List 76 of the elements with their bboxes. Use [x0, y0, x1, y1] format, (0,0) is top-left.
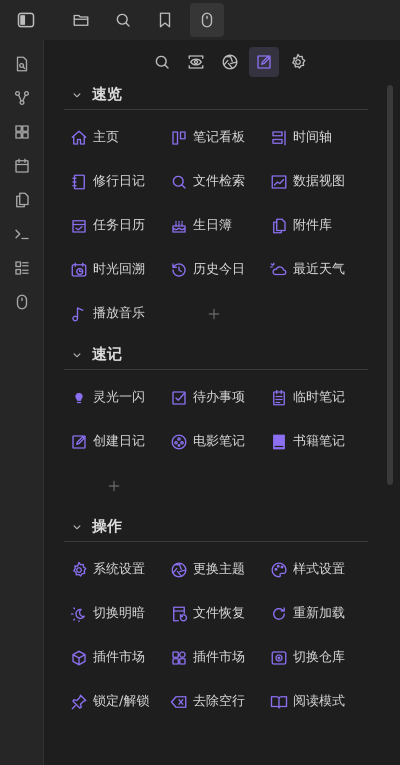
file-restore-icon [170, 605, 188, 623]
section-header[interactable]: 操作 [64, 512, 368, 542]
shortcut-button[interactable]: 系统设置 [64, 552, 164, 588]
shortcut-button[interactable]: 样式设置 [264, 552, 364, 588]
search-icon [114, 11, 132, 29]
search-icon [170, 173, 188, 191]
checkbox-icon [170, 389, 188, 407]
section-header[interactable]: 速记 [64, 340, 368, 370]
shortcut-button[interactable]: 更换主题 [164, 552, 264, 588]
calendar-check-icon [70, 217, 88, 235]
sun-moon-icon [70, 605, 88, 623]
shortcut-button[interactable]: 任务日历 [64, 208, 164, 244]
book-open-icon [270, 693, 288, 711]
files-icon [270, 217, 288, 235]
aperture-icon [221, 53, 239, 71]
shortcut-button[interactable]: 时光回溯 [64, 252, 164, 288]
house-icon [70, 129, 88, 147]
timeline-icon [270, 129, 288, 147]
plus-icon [206, 306, 222, 322]
shortcut-button[interactable]: 最近天气 [264, 252, 364, 288]
notepad-icon [270, 389, 288, 407]
shortcut-button[interactable]: 笔记看板 [164, 120, 264, 156]
cube-icon [70, 649, 88, 667]
shortcut-button[interactable]: 待办事项 [164, 380, 264, 416]
shortcut-button[interactable]: 锁定/解锁 [64, 684, 164, 720]
edit-icon [255, 53, 273, 71]
backspace-icon [170, 693, 188, 711]
shortcut-button[interactable]: 文件检索 [164, 164, 264, 200]
calendar-icon [12, 157, 30, 175]
calendar-clock-icon [70, 261, 88, 279]
shortcut-button[interactable]: 数据视图 [264, 164, 364, 200]
kanban-icon [170, 129, 188, 147]
section-header[interactable]: 速览 [64, 80, 368, 110]
settings-icon [289, 53, 307, 71]
shortcut-button[interactable]: 灵光一闪 [64, 380, 164, 416]
palette-icon [270, 561, 288, 579]
notebook-icon [70, 173, 88, 191]
shortcut-button[interactable]: 临时笔记 [264, 380, 364, 416]
shortcut-button[interactable]: 主页 [64, 120, 164, 156]
shortcut-button[interactable]: 时间轴 [264, 120, 364, 156]
aperture-icon [170, 561, 188, 579]
pin-icon [70, 693, 88, 711]
chart-icon [270, 173, 288, 191]
shortcut-button[interactable]: 重新加载 [264, 596, 364, 632]
shortcut-button[interactable]: 书籍笔记 [264, 424, 364, 460]
plus-icon [106, 478, 122, 494]
reload-icon [270, 605, 288, 623]
shortcut-button[interactable]: 播放音乐 [64, 296, 164, 332]
book-icon [270, 433, 288, 451]
edit-icon [70, 433, 88, 451]
vault-icon [270, 649, 288, 667]
grid-icon [12, 123, 30, 141]
eye-icon [187, 53, 205, 71]
film-reel-icon [170, 433, 188, 451]
shortcut-button[interactable]: 去除空行 [164, 684, 264, 720]
graph-icon [12, 89, 30, 107]
search-icon [153, 53, 171, 71]
list-icon [12, 259, 30, 277]
shortcut-button[interactable]: 插件市场 [64, 640, 164, 676]
sidebar-icon [16, 10, 36, 30]
shortcut-button[interactable]: 阅读模式 [264, 684, 364, 720]
shortcut-button[interactable]: 创建日记 [64, 424, 164, 460]
shortcut-button[interactable]: 历史今日 [164, 252, 264, 288]
shortcut-button[interactable]: 插件市场 [164, 640, 264, 676]
shortcut-button[interactable]: 附件库 [264, 208, 364, 244]
shortcut-button[interactable]: 生日簿 [164, 208, 264, 244]
history-icon [170, 261, 188, 279]
shortcut-button[interactable]: 切换仓库 [264, 640, 364, 676]
tab-button[interactable] [190, 3, 224, 37]
settings-icon [70, 561, 88, 579]
shortcut-button[interactable]: 电影笔记 [164, 424, 264, 460]
shortcut-button[interactable]: 文件恢复 [164, 596, 264, 632]
shortcut-button[interactable]: 切换明暗 [64, 596, 164, 632]
scrollbar-thumb[interactable] [387, 85, 393, 485]
blocks-icon [170, 649, 188, 667]
shortcut-button[interactable]: 修行日记 [64, 164, 164, 200]
